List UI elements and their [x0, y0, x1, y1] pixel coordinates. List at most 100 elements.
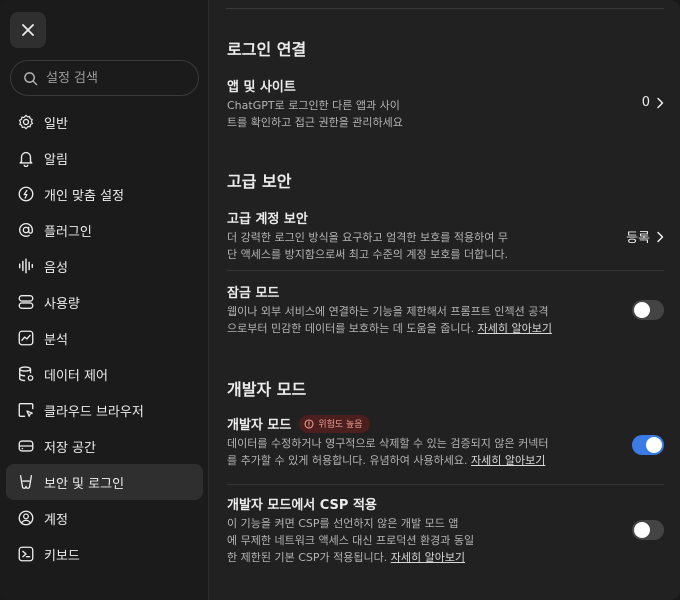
toggle-knob [634, 522, 650, 538]
sidebar-item-general[interactable]: 일반 [6, 104, 203, 140]
sidebar-item-label: 분석 [44, 332, 68, 348]
sidebar-item-label: 키보드 [44, 548, 80, 564]
desc-line: 으로부터 민감한 데이터를 보호하는 데 도움을 줍니다. 자세히 알아보기 [227, 320, 664, 337]
desc-line: 웹이나 외부 서비스에 연결하는 기능을 제한해서 프롬프트 인젝션 공격 [227, 305, 549, 318]
sidebar-item-label: 플러그인 [44, 224, 92, 240]
badge-label: 위험도 높음 [318, 420, 363, 430]
database-icon [16, 364, 36, 384]
keyboard-icon [16, 544, 36, 564]
sidebar-item-label: 일반 [44, 116, 68, 132]
learn-more-link[interactable]: 자세히 알아보기 [471, 454, 545, 467]
row-divider [227, 270, 664, 271]
sidebar-item-cloud-browser[interactable]: 클라우드 브라우저 [6, 392, 203, 428]
settings-sidebar: 일반 알림 개인 맞춤 설정 플러그인 음성 사용량 [0, 0, 209, 600]
desc-line: 데이터를 수정하거나 영구적으로 삭제할 수 있는 검증되지 않은 커넥터 [227, 437, 549, 450]
developer-mode-title: 개발자 모드 [227, 418, 292, 433]
security-settings-panel: 로그인 연결 앱 및 사이트 ChatGPT로 로그인한 다른 앱과 사이 트를… [210, 0, 680, 600]
sidebar-item-label: 보안 및 로그인 [44, 476, 125, 492]
sidebar-item-data-controls[interactable]: 데이터 제어 [6, 356, 203, 392]
sidebar-item-analytics[interactable]: 분석 [6, 320, 203, 356]
section-title-advanced-security: 고급 보안 [227, 172, 292, 191]
close-button[interactable] [10, 12, 46, 48]
toggle-knob [634, 302, 650, 318]
desc-line: 트를 확인하고 접근 권한을 관리하세요 [227, 116, 403, 129]
bell-icon [16, 148, 36, 168]
sidebar-item-label: 저장 공간 [44, 440, 96, 456]
desc-text: 를 추가할 수 있게 허용합니다. 유념하여 사용하세요. [227, 454, 468, 467]
apps-and-sites-title: 앱 및 사이트 [227, 80, 296, 95]
enroll-button[interactable]: 등록 [626, 227, 664, 246]
toggle-knob [646, 437, 662, 453]
chevron-right-icon [657, 231, 664, 242]
cloud-browser-icon [16, 400, 36, 420]
chevron-right-icon [657, 97, 664, 108]
personalization-icon [16, 184, 36, 204]
storage-icon [16, 436, 36, 456]
csp-desc: 이 기능을 켜면 CSP를 선언하지 않은 개발 모드 앱 에 무제한 네트워크… [227, 515, 664, 566]
settings-search[interactable] [10, 60, 199, 96]
lockdown-mode-row: 잠금 모드 웹이나 외부 서비스에 연결하는 기능을 제한해서 프롬프트 인젝션… [227, 282, 664, 337]
lockdown-mode-desc: 웹이나 외부 서비스에 연결하는 기능을 제한해서 프롬프트 인젝션 공격 으로… [227, 303, 664, 337]
desc-line: 를 추가할 수 있게 허용합니다. 유념하여 사용하세요. 자세히 알아보기 [227, 452, 664, 469]
at-sign-icon [16, 220, 36, 240]
sidebar-item-account[interactable]: 계정 [6, 500, 203, 536]
waveform-icon [16, 256, 36, 276]
sidebar-item-label: 알림 [44, 152, 68, 168]
sidebar-item-label: 음성 [44, 260, 68, 276]
section-title-developer-mode: 개발자 모드 [227, 380, 307, 399]
advanced-account-security-desc: 더 강력한 로그인 방식을 요구하고 엄격한 보호를 적용하여 무 단 액세스를… [227, 229, 664, 263]
section-title-login: 로그인 연결 [227, 40, 307, 59]
apps-and-sites-row: 앱 및 사이트 ChatGPT로 로그인한 다른 앱과 사이 트를 확인하고 접… [227, 76, 664, 131]
analytics-icon [16, 328, 36, 348]
sidebar-item-keyboard[interactable]: 키보드 [6, 536, 203, 572]
developer-mode-toggle[interactable] [632, 435, 664, 455]
sidebar-item-usage[interactable]: 사용량 [6, 284, 203, 320]
csp-title: 개발자 모드에서 CSP 적용 [227, 498, 377, 513]
desc-line: ChatGPT로 로그인한 다른 앱과 사이 [227, 99, 400, 112]
apps-and-sites-desc: ChatGPT로 로그인한 다른 앱과 사이 트를 확인하고 접근 권한을 관리… [227, 97, 664, 131]
sidebar-item-label: 사용량 [44, 296, 80, 312]
desc-line: 에 무제한 네트워크 액세스 대신 프로덕션 환경과 동일 [227, 534, 475, 547]
sidebar-item-storage[interactable]: 저장 공간 [6, 428, 203, 464]
lockdown-mode-title: 잠금 모드 [227, 286, 280, 301]
developer-mode-row: 개발자 모드 위험도 높음 데이터를 수정하거나 영구적으로 삭제할 수 있는 … [227, 414, 664, 469]
advanced-account-security-title: 고급 계정 보안 [227, 212, 308, 227]
desc-line: 더 강력한 로그인 방식을 요구하고 엄격한 보호를 적용하여 무 [227, 231, 508, 244]
desc-line: 단 액세스를 방지함으로써 최고 수준의 계정 보호를 더합니다. [227, 248, 508, 261]
desc-line: 한 제한된 기본 CSP가 적용됩니다. 자세히 알아보기 [227, 549, 664, 566]
settings-window: 일반 알림 개인 맞춤 설정 플러그인 음성 사용량 [0, 0, 680, 600]
learn-more-link[interactable]: 자세히 알아보기 [478, 322, 552, 335]
sidebar-item-plugins[interactable]: 플러그인 [6, 212, 203, 248]
search-icon [24, 71, 38, 85]
sidebar-item-label: 개인 맞춤 설정 [44, 188, 125, 204]
settings-nav: 일반 알림 개인 맞춤 설정 플러그인 음성 사용량 분석 데이터 제어 클라우… [6, 104, 203, 572]
desc-line: 이 기능을 켜면 CSP를 선언하지 않은 개발 모드 앱 [227, 517, 459, 530]
csp-row: 개발자 모드에서 CSP 적용 이 기능을 켜면 CSP를 선언하지 않은 개발… [227, 494, 664, 566]
top-divider [226, 8, 664, 9]
row-divider [227, 484, 664, 485]
sidebar-item-security[interactable]: 보안 및 로그인 [6, 464, 203, 500]
desc-text: 으로부터 민감한 데이터를 보호하는 데 도움을 줍니다. [227, 322, 475, 335]
sidebar-item-voice[interactable]: 음성 [6, 248, 203, 284]
apps-count: 0 [641, 95, 650, 110]
sidebar-item-label: 데이터 제어 [44, 368, 108, 384]
apps-and-sites-open[interactable]: 0 [642, 95, 664, 110]
developer-mode-desc: 데이터를 수정하거나 영구적으로 삭제할 수 있는 검증되지 않은 커넥터 를 … [227, 435, 664, 469]
usage-icon [16, 292, 36, 312]
high-risk-badge: 위험도 높음 [299, 414, 370, 433]
csp-toggle[interactable] [632, 520, 664, 540]
alert-circle-icon [304, 418, 314, 429]
security-icon [16, 472, 36, 492]
account-icon [16, 508, 36, 528]
learn-more-link[interactable]: 자세히 알아보기 [391, 551, 465, 564]
advanced-account-security-row: 고급 계정 보안 더 강력한 로그인 방식을 요구하고 엄격한 보호를 적용하여… [227, 208, 664, 263]
gear-icon [16, 112, 36, 132]
search-input[interactable] [46, 70, 186, 86]
sidebar-item-notifications[interactable]: 알림 [6, 140, 203, 176]
developer-mode-title-wrap: 개발자 모드 위험도 높음 [227, 414, 664, 433]
lockdown-mode-toggle[interactable] [632, 300, 664, 320]
desc-text: 한 제한된 기본 CSP가 적용됩니다. [227, 551, 388, 564]
close-icon [22, 24, 34, 36]
sidebar-item-label: 클라우드 브라우저 [44, 404, 144, 420]
sidebar-item-personalization[interactable]: 개인 맞춤 설정 [6, 176, 203, 212]
